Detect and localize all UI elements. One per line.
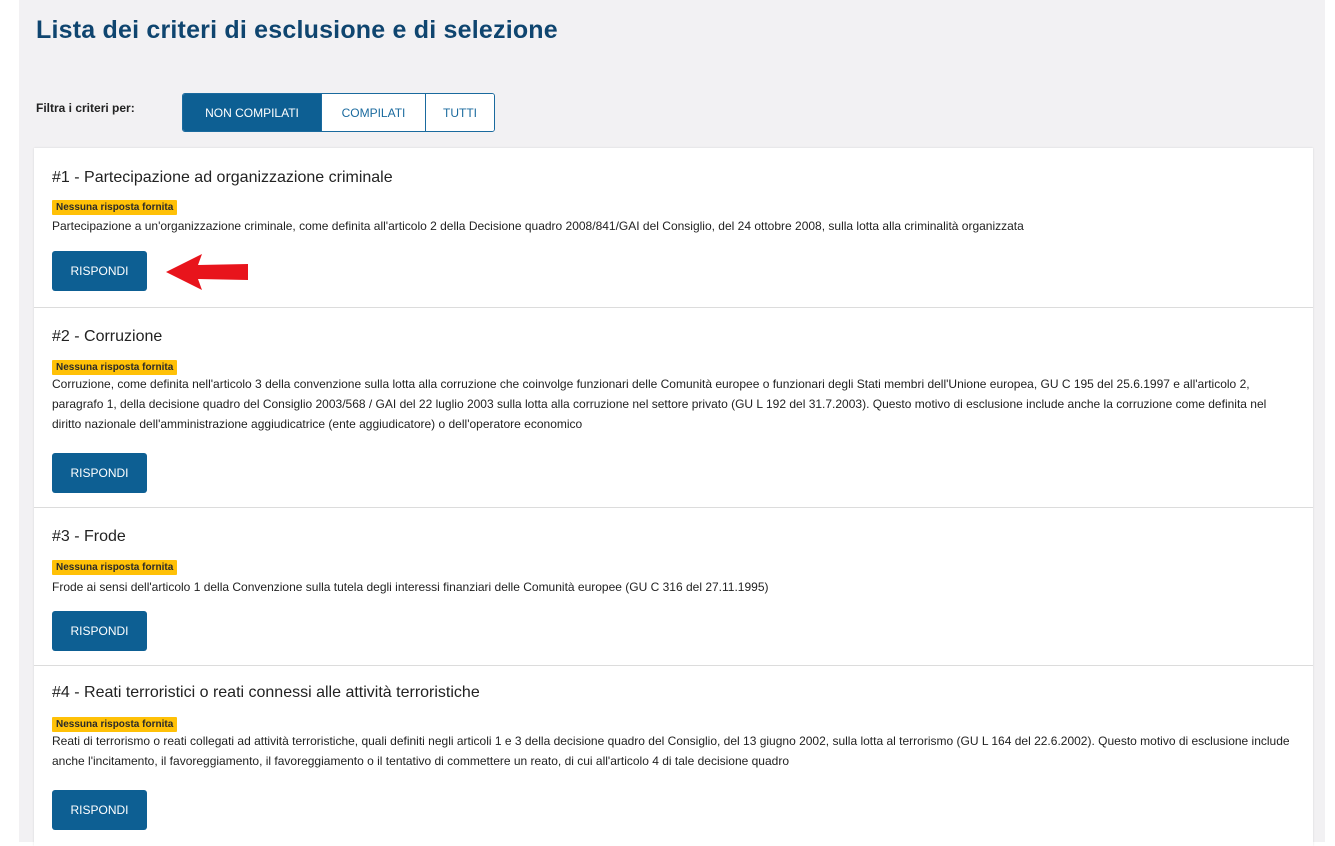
filter-tutti-button[interactable]: TUTTI — [426, 94, 494, 131]
criterion-title: #1 - Partecipazione ad organizzazione cr… — [52, 169, 393, 186]
red-arrow-icon — [166, 254, 248, 290]
criterion-description: Partecipazione a un'organizzazione crimi… — [52, 219, 1024, 233]
criterion-item: #3 - Frode Nessuna risposta fornita Frod… — [34, 508, 1313, 666]
criterion-item: #1 - Partecipazione ad organizzazione cr… — [34, 148, 1313, 308]
criterion-description: Frode ai sensi dell'articolo 1 della Con… — [52, 580, 769, 594]
criterion-description: Reati di terrorismo o reati collegati ad… — [52, 734, 1290, 768]
filter-non-compilati-button[interactable]: NON COMPILATI — [183, 94, 322, 131]
criterion-title: #4 - Reati terroristici o reati connessi… — [52, 684, 480, 701]
status-badge: Nessuna risposta fornita — [52, 200, 178, 215]
rispondi-button[interactable]: RISPONDI — [52, 790, 147, 830]
page-title: Lista dei criteri di esclusione e di sel… — [36, 16, 558, 44]
criteria-list: #1 - Partecipazione ad organizzazione cr… — [34, 148, 1313, 846]
criterion-title: #3 - Frode — [52, 528, 126, 545]
rispondi-button[interactable]: RISPONDI — [52, 453, 147, 493]
criterion-title: #2 - Corruzione — [52, 328, 163, 345]
filter-button-group: NON COMPILATI COMPILATI TUTTI — [182, 93, 495, 132]
criterion-item: #4 - Reati terroristici o reati connessi… — [34, 666, 1313, 846]
rispondi-button[interactable]: RISPONDI — [52, 251, 147, 291]
status-badge: Nessuna risposta fornita — [52, 360, 178, 375]
filter-compilati-button[interactable]: COMPILATI — [322, 94, 426, 131]
status-badge: Nessuna risposta fornita — [52, 717, 178, 732]
page-background: Lista dei criteri di esclusione e di sel… — [19, 0, 1325, 846]
filter-label: Filtra i criteri per: — [36, 101, 135, 115]
criterion-description: Corruzione, come definita nell'articolo … — [52, 377, 1267, 431]
rispondi-button[interactable]: RISPONDI — [52, 611, 147, 651]
criterion-item: #2 - Corruzione Nessuna risposta fornita… — [34, 308, 1313, 508]
status-badge: Nessuna risposta fornita — [52, 560, 178, 575]
